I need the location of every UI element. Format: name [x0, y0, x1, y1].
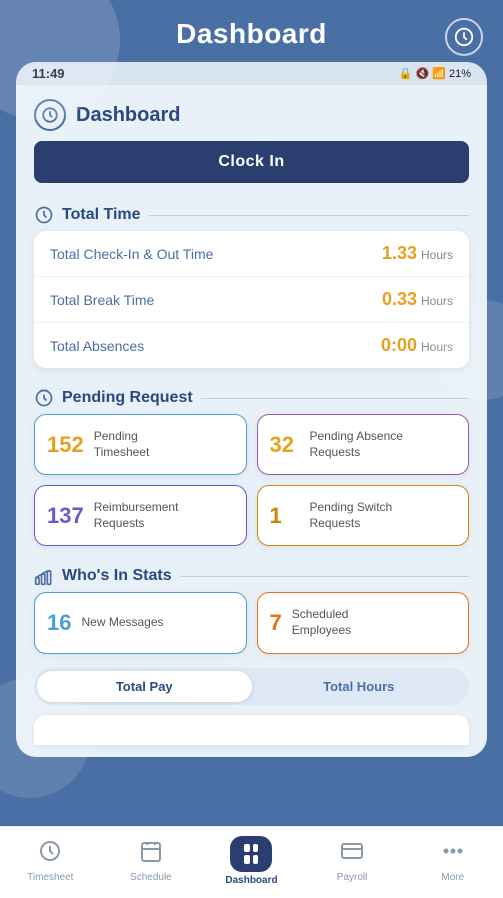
- break-time-row: Total Break Time 0.33 Hours: [34, 277, 469, 323]
- main-card: Dashboard Clock In Total Time Total Chec…: [16, 85, 487, 757]
- nav-schedule-label: Schedule: [130, 872, 172, 883]
- pending-timesheet-number: 152: [47, 432, 84, 458]
- absences-label: Total Absences: [50, 338, 144, 354]
- reimbursement-number: 137: [47, 503, 84, 529]
- total-time-section-header: Total Time: [16, 197, 487, 231]
- whos-in-section-header: Who's In Stats: [16, 558, 487, 592]
- absences-number: 0:00: [381, 335, 417, 356]
- checkin-out-value: 1.33 Hours: [382, 243, 453, 264]
- reimbursement-card[interactable]: 137 ReimbursementRequests: [34, 485, 247, 546]
- scheduled-employees-label: ScheduledEmployees: [292, 607, 351, 638]
- page-title: Dashboard: [176, 18, 327, 50]
- header-timer-icon[interactable]: [445, 18, 483, 56]
- pending-absence-number: 32: [270, 432, 300, 458]
- pending-icon: [34, 388, 54, 408]
- nav-schedule[interactable]: Schedule: [101, 839, 202, 883]
- nav-more-label: More: [441, 872, 464, 883]
- pending-cards-grid: 152 PendingTimesheet 32 Pending AbsenceR…: [34, 414, 469, 546]
- status-icons: 🔒 🔇 📶 21%: [399, 67, 471, 80]
- nav-dashboard[interactable]: Dashboard: [201, 836, 302, 886]
- nav-payroll[interactable]: Payroll: [302, 839, 403, 883]
- nav-timesheet[interactable]: Timesheet: [0, 839, 101, 883]
- pending-request-section-header: Pending Request: [16, 380, 487, 414]
- card-header-title: Dashboard: [76, 104, 180, 127]
- absences-row: Total Absences 0:00 Hours: [34, 323, 469, 368]
- break-time-label: Total Break Time: [50, 292, 154, 308]
- pending-absence-card[interactable]: 32 Pending AbsenceRequests: [257, 414, 470, 475]
- checkin-out-number: 1.33: [382, 243, 417, 264]
- timesheet-nav-icon: [38, 839, 62, 869]
- whos-cards-grid: 16 New Messages 7 ScheduledEmployees: [34, 592, 469, 653]
- schedule-nav-icon: [139, 839, 163, 869]
- new-messages-label: New Messages: [81, 615, 163, 631]
- scheduled-employees-card[interactable]: 7 ScheduledEmployees: [257, 592, 470, 653]
- reimbursement-label: ReimbursementRequests: [94, 500, 179, 531]
- nav-payroll-label: Payroll: [337, 872, 368, 883]
- nav-timesheet-label: Timesheet: [27, 872, 73, 883]
- whos-in-icon: [34, 566, 54, 586]
- more-nav-icon: [441, 839, 465, 869]
- tab-total-hours[interactable]: Total Hours: [252, 671, 467, 702]
- break-time-value: 0.33 Hours: [382, 289, 453, 310]
- whos-in-divider: [180, 576, 469, 577]
- pending-timesheet-card[interactable]: 152 PendingTimesheet: [34, 414, 247, 475]
- nav-more[interactable]: More: [402, 839, 503, 883]
- pending-divider: [201, 398, 469, 399]
- total-time-card: Total Check-In & Out Time 1.33 Hours Tot…: [34, 231, 469, 368]
- payroll-nav-icon: [340, 839, 364, 869]
- pending-switch-card[interactable]: 1 Pending SwitchRequests: [257, 485, 470, 546]
- pending-absence-label: Pending AbsenceRequests: [310, 429, 403, 460]
- total-time-title: Total Time: [62, 206, 141, 224]
- tab-row: Total Pay Total Hours: [34, 668, 469, 705]
- nav-dashboard-label: Dashboard: [225, 875, 277, 886]
- dashboard-nav-icon: [230, 836, 272, 872]
- bottom-content-peek: [34, 715, 469, 745]
- pending-switch-label: Pending SwitchRequests: [310, 500, 393, 531]
- total-time-icon: [34, 205, 54, 225]
- pending-timesheet-label: PendingTimesheet: [94, 429, 150, 460]
- clock-in-button[interactable]: Clock In: [34, 141, 469, 183]
- checkin-out-row: Total Check-In & Out Time 1.33 Hours: [34, 231, 469, 277]
- dashboard-sq-1: [244, 844, 250, 853]
- pending-request-title: Pending Request: [62, 389, 193, 407]
- total-time-divider: [149, 215, 469, 216]
- whos-in-title: Who's In Stats: [62, 567, 172, 585]
- new-messages-card[interactable]: 16 New Messages: [34, 592, 247, 653]
- break-time-unit: Hours: [421, 294, 453, 308]
- scheduled-employees-number: 7: [270, 610, 282, 636]
- dashboard-sq-3: [244, 855, 250, 864]
- dashboard-sq-2: [253, 844, 259, 853]
- checkin-out-unit: Hours: [421, 248, 453, 262]
- status-icons-text: 🔒 🔇 📶 21%: [399, 67, 471, 80]
- page-header: Dashboard: [0, 0, 503, 62]
- new-messages-number: 16: [47, 610, 71, 636]
- break-time-number: 0.33: [382, 289, 417, 310]
- dashboard-sq-4: [253, 855, 259, 864]
- bottom-nav: Timesheet Schedule Dashboard P: [0, 826, 503, 898]
- checkin-out-label: Total Check-In & Out Time: [50, 246, 213, 262]
- pending-switch-number: 1: [270, 503, 300, 529]
